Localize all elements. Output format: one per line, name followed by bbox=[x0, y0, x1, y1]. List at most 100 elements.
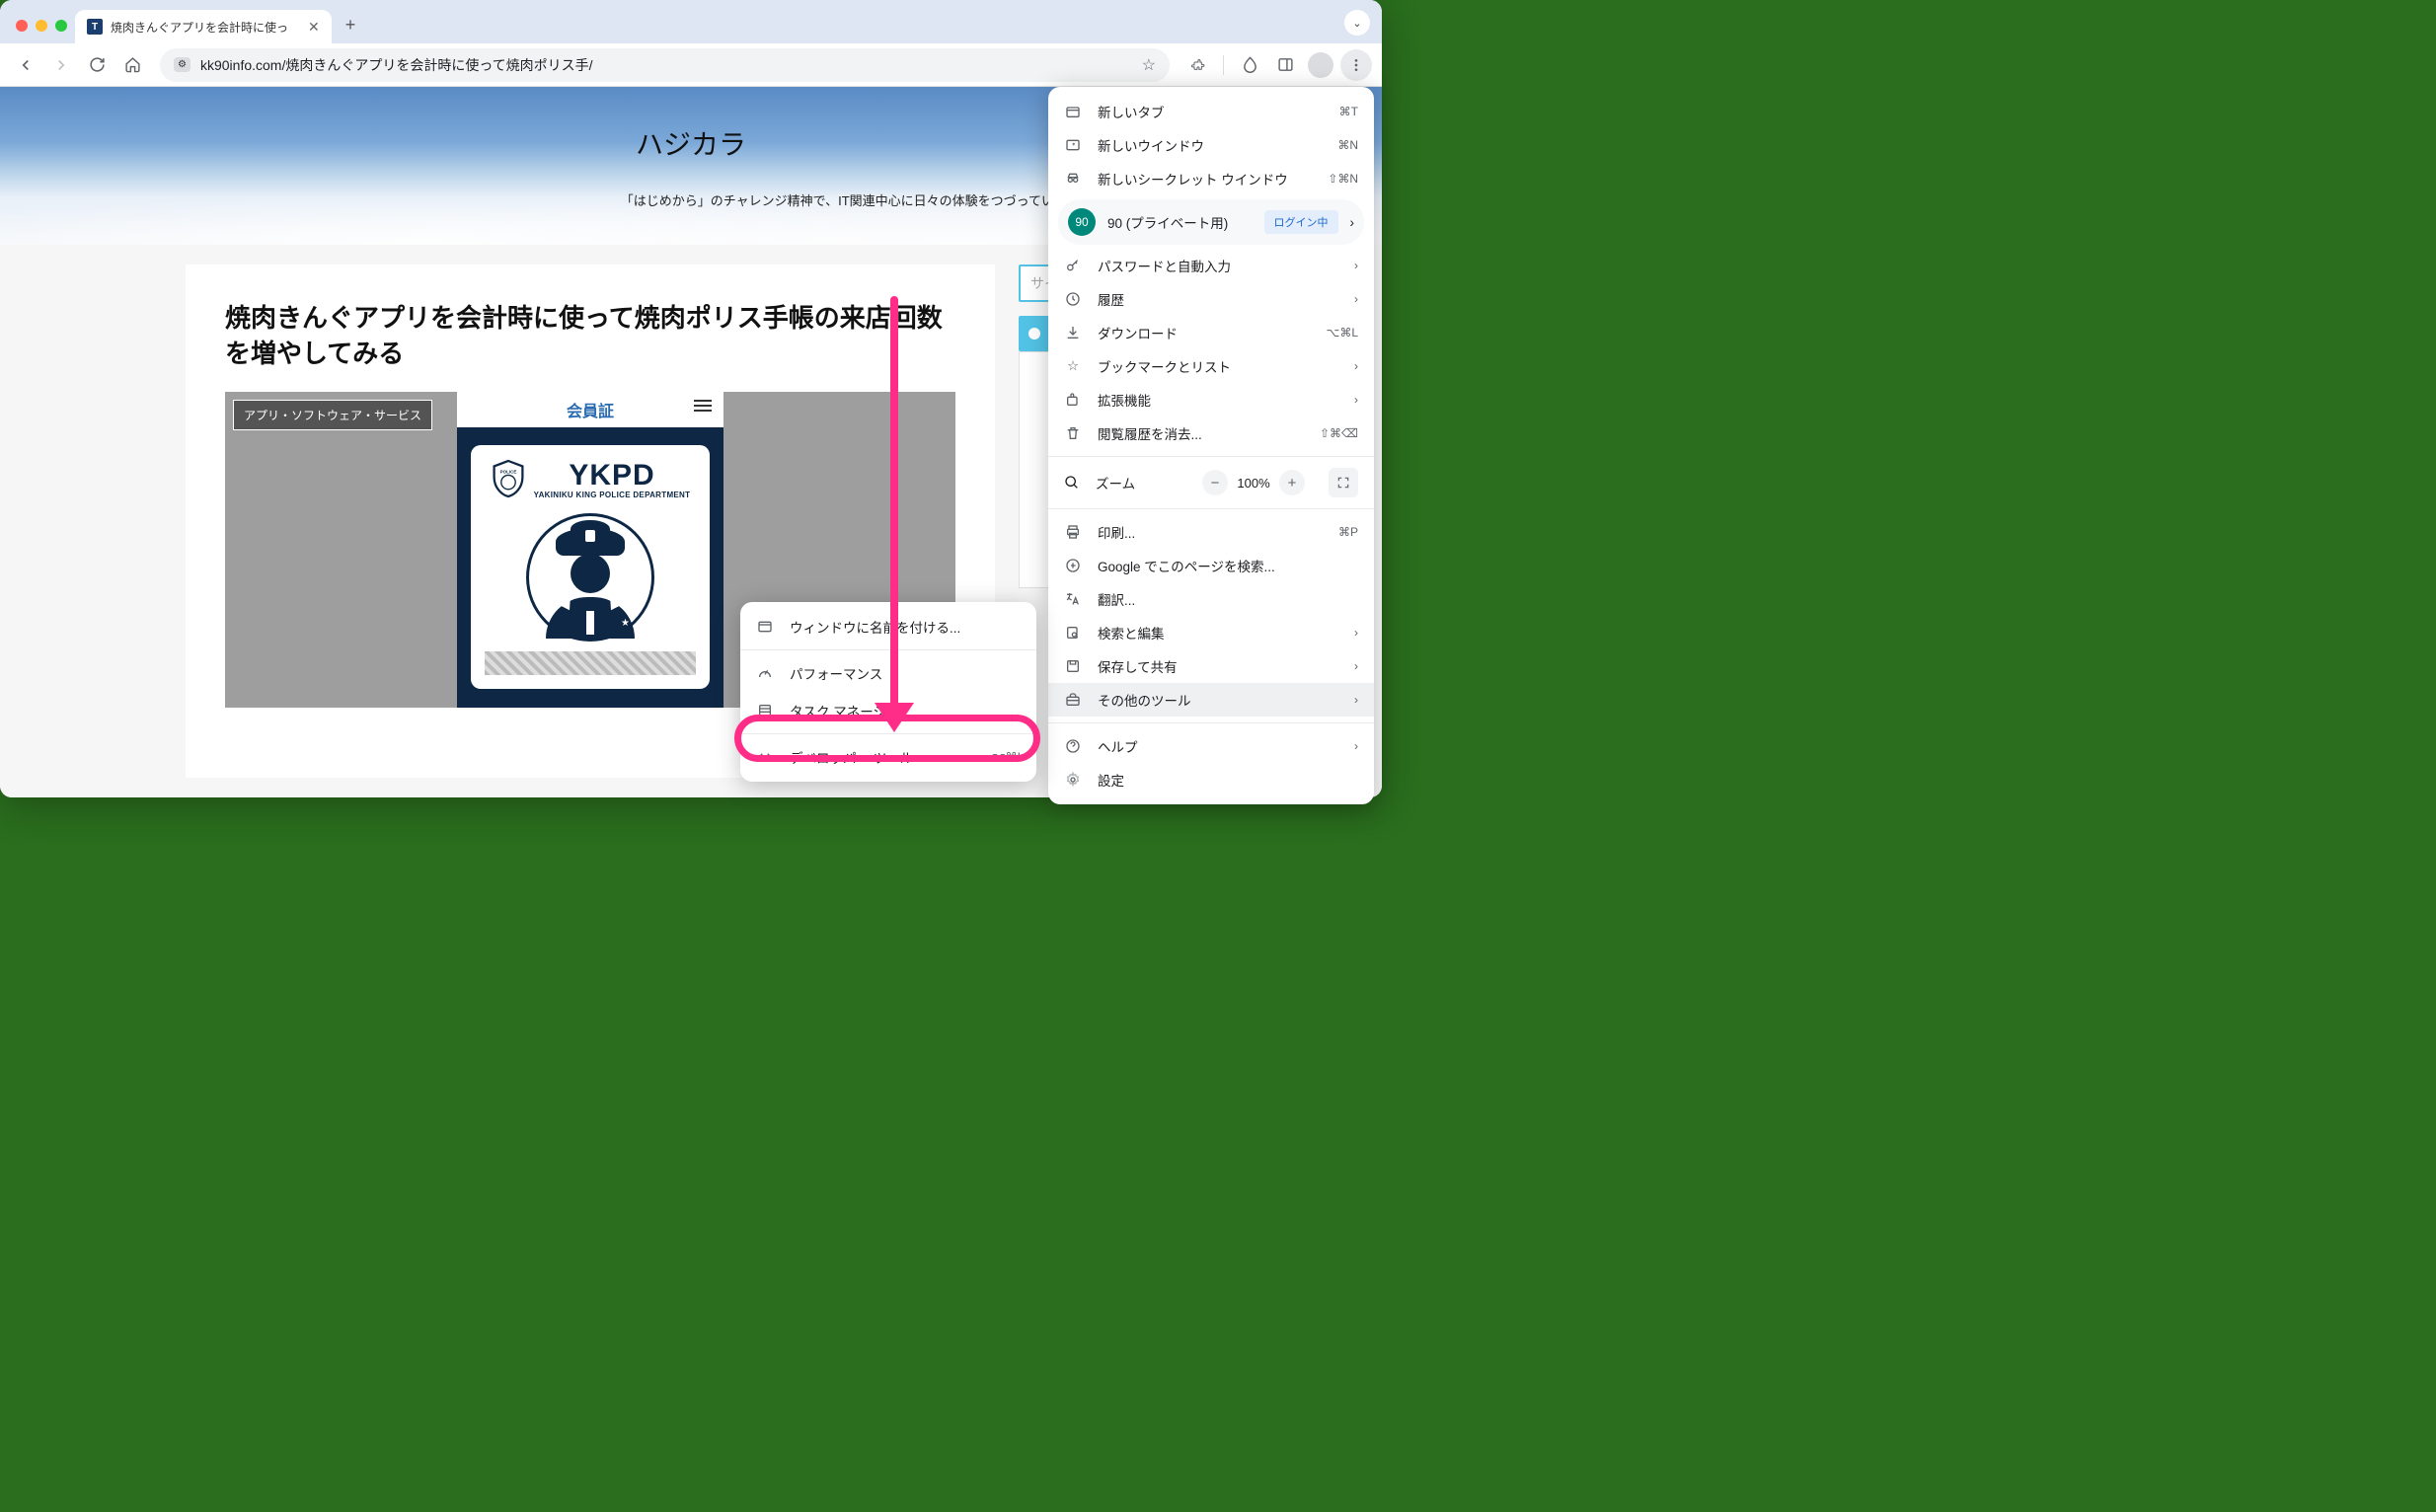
profile-avatar[interactable] bbox=[1305, 49, 1336, 81]
minimize-window-button[interactable] bbox=[36, 20, 47, 32]
hamburger-icon bbox=[694, 400, 712, 412]
category-badge[interactable]: アプリ・ソフトウェア・サービス bbox=[233, 400, 432, 430]
svg-text:POLICE: POLICE bbox=[499, 470, 516, 475]
history-icon bbox=[1064, 291, 1082, 307]
annotation-arrow-head bbox=[875, 703, 914, 732]
new-tab-button[interactable]: + bbox=[332, 15, 370, 43]
menu-history[interactable]: 履歴 › bbox=[1048, 282, 1374, 316]
close-tab-button[interactable]: ✕ bbox=[308, 19, 320, 36]
menu-bookmarks[interactable]: ☆ ブックマークとリスト › bbox=[1048, 349, 1374, 383]
find-icon bbox=[1064, 625, 1082, 641]
submenu-performance[interactable]: パフォーマンス bbox=[740, 654, 1036, 692]
toolbox-icon bbox=[1064, 692, 1082, 708]
site-settings-icon[interactable]: ⚙ bbox=[174, 57, 190, 72]
menu-clear-data[interactable]: 閲覧履歴を消去... ⇧⌘⌫ bbox=[1048, 416, 1374, 450]
menu-new-window[interactable]: 新しいウインドウ ⌘N bbox=[1048, 128, 1374, 162]
gauge-icon bbox=[756, 665, 774, 681]
address-bar[interactable]: ⚙ kk90info.com/焼肉きんぐアプリを会計時に使って焼肉ポリス手/ ☆ bbox=[160, 48, 1170, 82]
menu-passwords[interactable]: パスワードと自動入力 › bbox=[1048, 249, 1374, 282]
key-icon bbox=[1064, 258, 1082, 273]
menu-new-incognito[interactable]: 新しいシークレット ウインドウ ⇧⌘N bbox=[1048, 162, 1374, 195]
close-window-button[interactable] bbox=[16, 20, 28, 32]
phone-header-title: 会員証 bbox=[567, 398, 614, 421]
url-text: kk90info.com/焼肉きんぐアプリを会計時に使って焼肉ポリス手/ bbox=[200, 55, 593, 75]
google-icon bbox=[1064, 558, 1082, 573]
fullscreen-button[interactable] bbox=[1329, 468, 1358, 497]
chevron-right-icon: › bbox=[1354, 359, 1358, 373]
site-title: ハジカラ bbox=[636, 123, 746, 163]
site-tagline: 「はじめから」のチャレンジ精神で、IT関連中心に日々の体験をつづっていくブログ bbox=[621, 190, 1105, 209]
menu-more-tools[interactable]: その他のツール › bbox=[1048, 683, 1374, 717]
menu-zoom: ズーム − 100% + bbox=[1048, 463, 1374, 502]
save-icon bbox=[1064, 658, 1082, 674]
tab-icon bbox=[1064, 104, 1082, 119]
chevron-right-icon: › bbox=[1350, 215, 1355, 230]
chevron-right-icon: › bbox=[1354, 393, 1358, 407]
translate-icon bbox=[1064, 591, 1082, 607]
separator bbox=[1048, 722, 1374, 723]
gear-icon bbox=[1064, 772, 1082, 788]
menu-translate[interactable]: 翻訳... bbox=[1048, 582, 1374, 616]
puzzle-icon bbox=[1064, 392, 1082, 408]
separator bbox=[740, 733, 1036, 734]
menu-print[interactable]: 印刷... ⌘P bbox=[1048, 515, 1374, 549]
more-tools-submenu: ウィンドウに名前を付ける... パフォーマンス タスク マネージャ デベロッパー… bbox=[740, 602, 1036, 782]
kebab-menu-button[interactable] bbox=[1340, 49, 1372, 81]
window-controls bbox=[12, 20, 75, 43]
extensions-icon[interactable] bbox=[1181, 49, 1213, 81]
incognito-icon bbox=[1064, 171, 1082, 187]
forward-button[interactable] bbox=[45, 49, 77, 81]
menu-find-edit[interactable]: 検索と編集 › bbox=[1048, 616, 1374, 649]
bookmark-star-icon[interactable]: ☆ bbox=[1142, 55, 1156, 75]
home-button[interactable] bbox=[116, 49, 148, 81]
zoom-in-button[interactable]: + bbox=[1279, 470, 1305, 495]
back-button[interactable] bbox=[10, 49, 41, 81]
trash-icon bbox=[1064, 425, 1082, 441]
code-icon bbox=[756, 749, 774, 765]
login-badge: ログイン中 bbox=[1264, 210, 1338, 234]
download-icon bbox=[1064, 325, 1082, 340]
menu-save-share[interactable]: 保存して共有 › bbox=[1048, 649, 1374, 683]
browser-toolbar: ⚙ kk90info.com/焼肉きんぐアプリを会計時に使って焼肉ポリス手/ ☆ bbox=[0, 43, 1382, 87]
profile-avatar-icon: 90 bbox=[1068, 208, 1096, 236]
police-avatar-icon: ★ bbox=[526, 513, 654, 642]
zoom-value: 100% bbox=[1234, 476, 1273, 491]
menu-profile[interactable]: 90 90 (プライベート用) ログイン中 › bbox=[1058, 199, 1364, 245]
ykpd-logo-text: YKPD bbox=[534, 459, 691, 492]
zoom-icon bbox=[1064, 475, 1080, 491]
help-icon bbox=[1064, 738, 1082, 754]
article-title: 焼肉きんぐアプリを会計時に使って焼肉ポリス手帳の来店回数を増やしてみる bbox=[225, 300, 955, 372]
phone-mockup: 会員証 POLICE YKPD YAKINIKU KING POLICE DEP… bbox=[457, 392, 723, 708]
menu-downloads[interactable]: ダウンロード ⌥⌘L bbox=[1048, 316, 1374, 349]
sidepanel-icon[interactable] bbox=[1269, 49, 1301, 81]
chrome-main-menu: 新しいタブ ⌘T 新しいウインドウ ⌘N 新しいシークレット ウインドウ ⇧⌘N… bbox=[1048, 87, 1374, 804]
separator bbox=[1223, 55, 1224, 75]
maximize-window-button[interactable] bbox=[55, 20, 67, 32]
browser-tab[interactable]: T 焼肉きんぐアプリを会計時に使っ ✕ bbox=[75, 10, 332, 43]
pixelated-bar bbox=[485, 651, 696, 675]
chevron-right-icon: › bbox=[1354, 626, 1358, 640]
reload-button[interactable] bbox=[81, 49, 113, 81]
menu-settings[interactable]: 設定 bbox=[1048, 763, 1374, 796]
menu-help[interactable]: ヘルプ › bbox=[1048, 729, 1374, 763]
tab-title: 焼肉きんぐアプリを会計時に使っ bbox=[111, 19, 288, 36]
tab-strip: T 焼肉きんぐアプリを会計時に使っ ✕ + ⌄ bbox=[0, 0, 1382, 43]
separator bbox=[1048, 508, 1374, 509]
submenu-name-window[interactable]: ウィンドウに名前を付ける... bbox=[740, 608, 1036, 645]
chevron-right-icon: › bbox=[1354, 259, 1358, 272]
chevron-right-icon: › bbox=[1354, 693, 1358, 707]
menu-new-tab[interactable]: 新しいタブ ⌘T bbox=[1048, 95, 1374, 128]
tab-search-button[interactable]: ⌄ bbox=[1344, 10, 1370, 36]
chevron-right-icon: › bbox=[1354, 292, 1358, 306]
police-shield-icon: POLICE bbox=[491, 459, 526, 498]
menu-search-google[interactable]: Google でこのページを検索... bbox=[1048, 549, 1374, 582]
separator bbox=[1048, 456, 1374, 457]
submenu-devtools[interactable]: デベロッパー ツール ⌥⌘I bbox=[740, 738, 1036, 776]
print-icon bbox=[1064, 524, 1082, 540]
zoom-out-button[interactable]: − bbox=[1202, 470, 1228, 495]
menu-extensions[interactable]: 拡張機能 › bbox=[1048, 383, 1374, 416]
chevron-right-icon: › bbox=[1354, 659, 1358, 673]
ykpd-subtitle: YAKINIKU KING POLICE DEPARTMENT bbox=[534, 491, 691, 499]
chevron-right-icon: › bbox=[1354, 739, 1358, 753]
leaf-icon[interactable] bbox=[1234, 49, 1265, 81]
